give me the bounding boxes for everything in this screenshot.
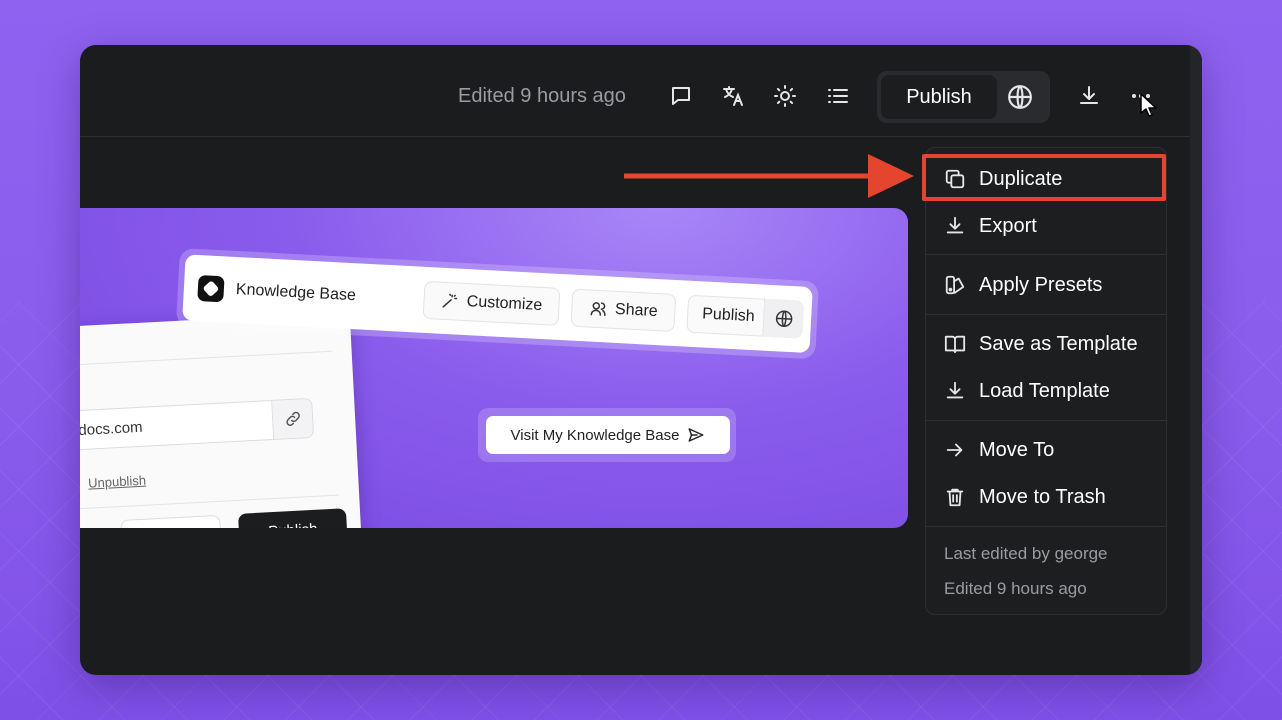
menu-item-load-template[interactable]: Load Template: [926, 371, 1166, 411]
kb-title: Knowledge Base: [235, 280, 357, 305]
kb-publish-label: Publish: [701, 305, 756, 326]
menu-item-label: Move to Trash: [979, 485, 1106, 508]
publish-button[interactable]: Publish: [881, 75, 997, 119]
menu-edited-time: Edited 9 hours ago: [944, 579, 1087, 598]
divider: [80, 494, 340, 511]
publish-settings-card: e docs.com Unpublish Open Link Publish: [80, 311, 363, 528]
trash-icon: [944, 486, 966, 508]
menu-item-label: Load Template: [979, 379, 1110, 402]
mouse-cursor-icon: [1140, 93, 1157, 117]
kb-globe-icon[interactable]: [762, 298, 805, 339]
menu-divider: [926, 314, 1166, 315]
app-window: Edited 9 hours ago Publish e: [80, 45, 1202, 675]
globe-icon[interactable]: [1007, 84, 1033, 110]
settings-publish-button[interactable]: Publish: [238, 508, 348, 528]
menu-item-apply-presets[interactable]: Apply Presets: [926, 265, 1166, 305]
visit-knowledge-base-button[interactable]: Visit My Knowledge Base: [486, 416, 730, 454]
comment-icon[interactable]: [668, 83, 694, 109]
menu-item-move-to[interactable]: Move To: [926, 430, 1166, 470]
menu-divider: [926, 254, 1166, 255]
customize-label: Customize: [466, 293, 543, 315]
menu-divider: [926, 420, 1166, 421]
wand-icon: [442, 293, 458, 308]
download-icon[interactable]: [1076, 83, 1102, 109]
list-icon[interactable]: [825, 83, 851, 109]
share-button[interactable]: Share: [570, 288, 677, 332]
menu-item-label: Export: [979, 214, 1037, 237]
menu-item-save-as-template[interactable]: Save as Template: [926, 324, 1166, 364]
translate-icon[interactable]: [720, 83, 746, 109]
edited-status: Edited 9 hours ago: [458, 85, 626, 107]
menu-item-label: Save as Template: [979, 332, 1138, 355]
download-icon: [944, 380, 966, 402]
top-toolbar: Edited 9 hours ago Publish: [80, 45, 1190, 137]
open-link-button[interactable]: Open Link: [120, 514, 222, 528]
menu-item-export[interactable]: Export: [926, 206, 1166, 246]
kb-logo-icon: [197, 275, 225, 303]
annotation-arrow: [624, 154, 914, 198]
domain-value: docs.com: [80, 418, 143, 440]
duplicate-highlight-box: [922, 154, 1166, 201]
menu-item-label: Apply Presets: [979, 273, 1103, 296]
users-icon: [590, 302, 606, 317]
download-icon: [944, 215, 966, 237]
menu-divider: [926, 526, 1166, 527]
preview-canvas: e docs.com Unpublish Open Link Publish K…: [80, 208, 908, 528]
publish-group: Publish: [877, 71, 1050, 123]
link-icon[interactable]: [271, 398, 314, 439]
divider: [80, 350, 332, 367]
menu-item-label: Move To: [979, 438, 1055, 461]
domain-field[interactable]: docs.com: [80, 397, 315, 451]
palette-icon: [944, 274, 966, 296]
customize-button[interactable]: Customize: [422, 280, 561, 326]
more-options-menu: Duplicate Export Apply Presets Save as T…: [925, 147, 1167, 615]
scrollbar-track[interactable]: [1190, 45, 1202, 675]
book-icon: [944, 333, 966, 355]
menu-item-move-to-trash[interactable]: Move to Trash: [926, 477, 1166, 517]
arrow-right-icon: [944, 439, 966, 461]
send-icon: [688, 428, 704, 442]
share-label: Share: [614, 300, 659, 321]
sun-icon[interactable]: [772, 83, 798, 109]
visit-frame: Visit My Knowledge Base: [478, 408, 736, 462]
visit-label: Visit My Knowledge Base: [510, 426, 680, 444]
last-edited-by: Last edited by george: [944, 544, 1108, 563]
unpublish-link[interactable]: Unpublish: [88, 473, 147, 491]
